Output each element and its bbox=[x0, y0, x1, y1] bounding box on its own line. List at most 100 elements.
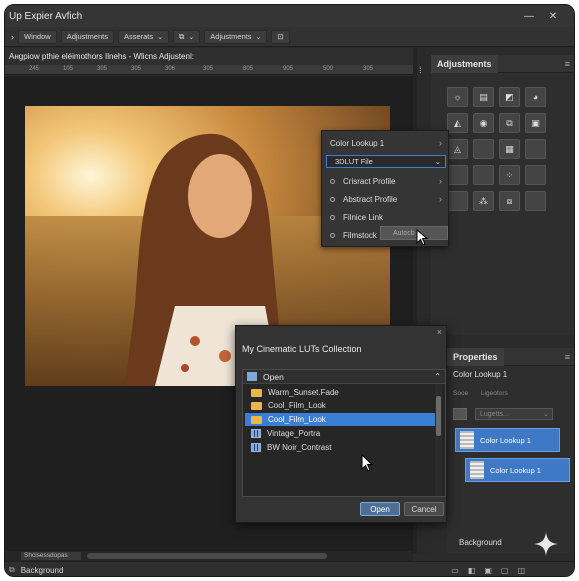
posterize-icon[interactable] bbox=[447, 165, 468, 185]
horizontal-ruler: 245 105 305 305 306 305 805 905 500 305 bbox=[5, 65, 413, 75]
title-bar: Up Expier Avfich — ✕ bbox=[5, 5, 574, 27]
close-icon[interactable]: × bbox=[437, 327, 442, 337]
photo-filter-icon[interactable]: ◬ bbox=[447, 139, 468, 159]
lut-file-icon bbox=[251, 429, 261, 438]
black-white-icon[interactable]: ▣ bbox=[525, 113, 546, 133]
threshold-icon[interactable] bbox=[473, 165, 494, 185]
lut-open-dialog: × My Cinematic LUTs Collection Open ⌃ Wa… bbox=[235, 325, 447, 523]
cancel-button[interactable]: Cancel bbox=[404, 502, 444, 516]
invert-icon[interactable] bbox=[525, 139, 546, 159]
color-lookup-row[interactable]: Color Lookup 1 bbox=[455, 428, 560, 452]
properties-layer-name: Color Lookup 1 bbox=[453, 370, 508, 379]
open-icon bbox=[247, 372, 257, 381]
file-browser-header: Open ⌃ bbox=[243, 370, 445, 384]
chevron-right-icon[interactable]: › bbox=[11, 32, 14, 42]
panel-menu-icon[interactable]: ≡ bbox=[565, 352, 570, 362]
match-color-icon[interactable] bbox=[525, 191, 546, 211]
flyout-item-abstract-profile[interactable]: Abstract Profile › bbox=[322, 191, 448, 207]
color-lookup-icon[interactable]: ▦ bbox=[499, 139, 520, 159]
gradient-map-icon[interactable]: ⁘ bbox=[499, 165, 520, 185]
layer-group-tab[interactable]: Shcisessdopas bbox=[21, 552, 81, 560]
panel-menu-icon[interactable]: ≡ bbox=[565, 59, 570, 69]
color-lookup-row-label: Color Lookup 1 bbox=[490, 465, 541, 475]
shadows-icon[interactable] bbox=[447, 191, 468, 211]
ruler-tick: 305 bbox=[363, 66, 374, 72]
flyout-item-device-link[interactable]: Filnice Link bbox=[322, 209, 448, 225]
crop-tool-button[interactable]: ⊡ bbox=[271, 29, 290, 44]
status-layer-label: Background bbox=[20, 565, 64, 575]
desaturate-icon[interactable]: ⧈ bbox=[499, 191, 520, 211]
layer-icon: ⧉ bbox=[9, 565, 15, 574]
horizontal-scrollbar[interactable]: Shcisessdopas bbox=[5, 551, 413, 561]
menu-window[interactable]: Window bbox=[18, 29, 57, 44]
file-list-scrollbar[interactable] bbox=[435, 384, 442, 496]
chevron-down-icon: ⌄ bbox=[543, 411, 549, 418]
minimize-button[interactable]: — bbox=[517, 5, 541, 27]
file-row[interactable]: BW Noir_Contrast bbox=[245, 441, 437, 454]
hdr-icon[interactable]: ⁂ bbox=[473, 191, 494, 211]
auto-button-label: Autocb bbox=[393, 229, 415, 237]
color-lookup-row[interactable]: Color Lookup 1 bbox=[465, 458, 570, 482]
lut-file-icon bbox=[251, 443, 261, 452]
properties-panel-header: Properties ≡ bbox=[447, 347, 574, 366]
chevron-down-icon: ⌄ bbox=[157, 33, 164, 41]
mouse-cursor-icon bbox=[416, 229, 429, 246]
file-row[interactable]: Vintage_Portra bbox=[245, 427, 437, 440]
adjustment-icons-grid: ☼ ▤ ◩ ◕ ◭ ◉ ⧉ ▣ ◬ ▦ ⁘ ⁂ ⧈ bbox=[447, 87, 546, 211]
layers-icon: ⧉ bbox=[179, 31, 185, 41]
flyout-item-abstract-profile-label: Abstract Profile bbox=[343, 194, 398, 204]
tab-adjustments[interactable]: Adjustments bbox=[431, 54, 498, 73]
adjustments-panel: Adjustments ≡ ☼ ▤ ◩ ◕ ◭ ◉ ⧉ ▣ ◬ ▦ ⁘ ⁂ ⧈ bbox=[431, 54, 574, 335]
radio-icon bbox=[330, 178, 335, 184]
scroll-thumb[interactable] bbox=[436, 396, 441, 436]
flyout-header: Color Lookup 1 › bbox=[322, 135, 448, 151]
close-window-button[interactable]: ✕ bbox=[541, 5, 565, 27]
hue-icon[interactable]: ◉ bbox=[473, 113, 494, 133]
channel-mixer-icon[interactable] bbox=[473, 139, 494, 159]
status-bar: ⧉ Background ▭◧▣▢◫ bbox=[5, 561, 574, 576]
app-window: Up Expier Avfich — ✕ › Window Adjustment… bbox=[4, 4, 575, 577]
subtab-2[interactable]: Ligeotors bbox=[481, 390, 508, 397]
chevron-up-icon[interactable]: ⌃ bbox=[434, 372, 441, 381]
dialog-title: My Cinematic LUTs Collection bbox=[242, 344, 362, 354]
menu-adjustments[interactable]: Adjustments bbox=[60, 29, 114, 44]
flyout-item-crisract-profile[interactable]: Crisract Profile › bbox=[322, 173, 448, 189]
file-row[interactable]: Cool_Film_Look bbox=[245, 399, 437, 412]
tool-icon[interactable]: ⁞ bbox=[419, 65, 422, 75]
file-name: BW Noir_Contrast bbox=[267, 443, 332, 452]
tab-properties[interactable]: Properties bbox=[447, 347, 504, 366]
brightness-icon[interactable]: ☼ bbox=[447, 87, 468, 107]
layer-mode-button[interactable]: ⧉ ⌄ bbox=[173, 29, 201, 44]
color-balance-icon[interactable]: ⧉ bbox=[499, 113, 520, 133]
flyout-item-filmstock-label: Filmstock bbox=[343, 230, 377, 240]
flyout-header-label: Color Lookup 1 bbox=[330, 138, 385, 148]
preset-dropdown[interactable]: Lugetts... ⌄ bbox=[475, 408, 553, 420]
lut-file-select[interactable]: 3DLUT File ⌄ bbox=[326, 155, 446, 168]
lut-thumbnail bbox=[460, 431, 474, 449]
chevron-down-icon: ⌄ bbox=[188, 33, 195, 41]
file-row[interactable]: Warm_Sunset.Fade bbox=[245, 386, 437, 399]
flyout-item-crisract-profile-label: Crisract Profile bbox=[343, 176, 396, 186]
levels-icon[interactable]: ▤ bbox=[473, 87, 494, 107]
selective-color-icon[interactable] bbox=[525, 165, 546, 185]
document-tab[interactable]: Aнgpiow pthie eléimothors Ilnehs - Wlicn… bbox=[5, 48, 413, 65]
properties-panel: Properties ≡ Color Lookup 1 Sooe Ligeoto… bbox=[447, 347, 574, 553]
layer-action-icons[interactable]: ▭◧▣▢◫ bbox=[451, 566, 534, 575]
ruler-tick: 105 bbox=[63, 66, 74, 72]
open-button[interactable]: Open bbox=[360, 502, 400, 516]
ruler-tick: 305 bbox=[97, 66, 108, 72]
preset-dropdown-value: Lugetts... bbox=[480, 410, 509, 418]
mouse-cursor-icon bbox=[361, 454, 374, 472]
menu-adjustments-2[interactable]: Adjustments ⌄ bbox=[204, 29, 268, 44]
vibrance-icon[interactable]: ◭ bbox=[447, 113, 468, 133]
exposure-icon[interactable]: ◕ bbox=[525, 87, 546, 107]
ruler-tick: 305 bbox=[203, 66, 214, 72]
curves-icon[interactable]: ◩ bbox=[499, 87, 520, 107]
file-row-selected[interactable]: Cool_Film_Look bbox=[245, 413, 437, 426]
auto-button[interactable]: Autocb bbox=[380, 226, 448, 240]
scroll-thumb[interactable] bbox=[87, 553, 327, 559]
menu-assets[interactable]: Asserats ⌄ bbox=[117, 29, 170, 44]
subtab-1[interactable]: Sooe bbox=[453, 390, 468, 397]
layer-background-label: Background bbox=[459, 538, 502, 547]
radio-icon bbox=[330, 214, 335, 220]
